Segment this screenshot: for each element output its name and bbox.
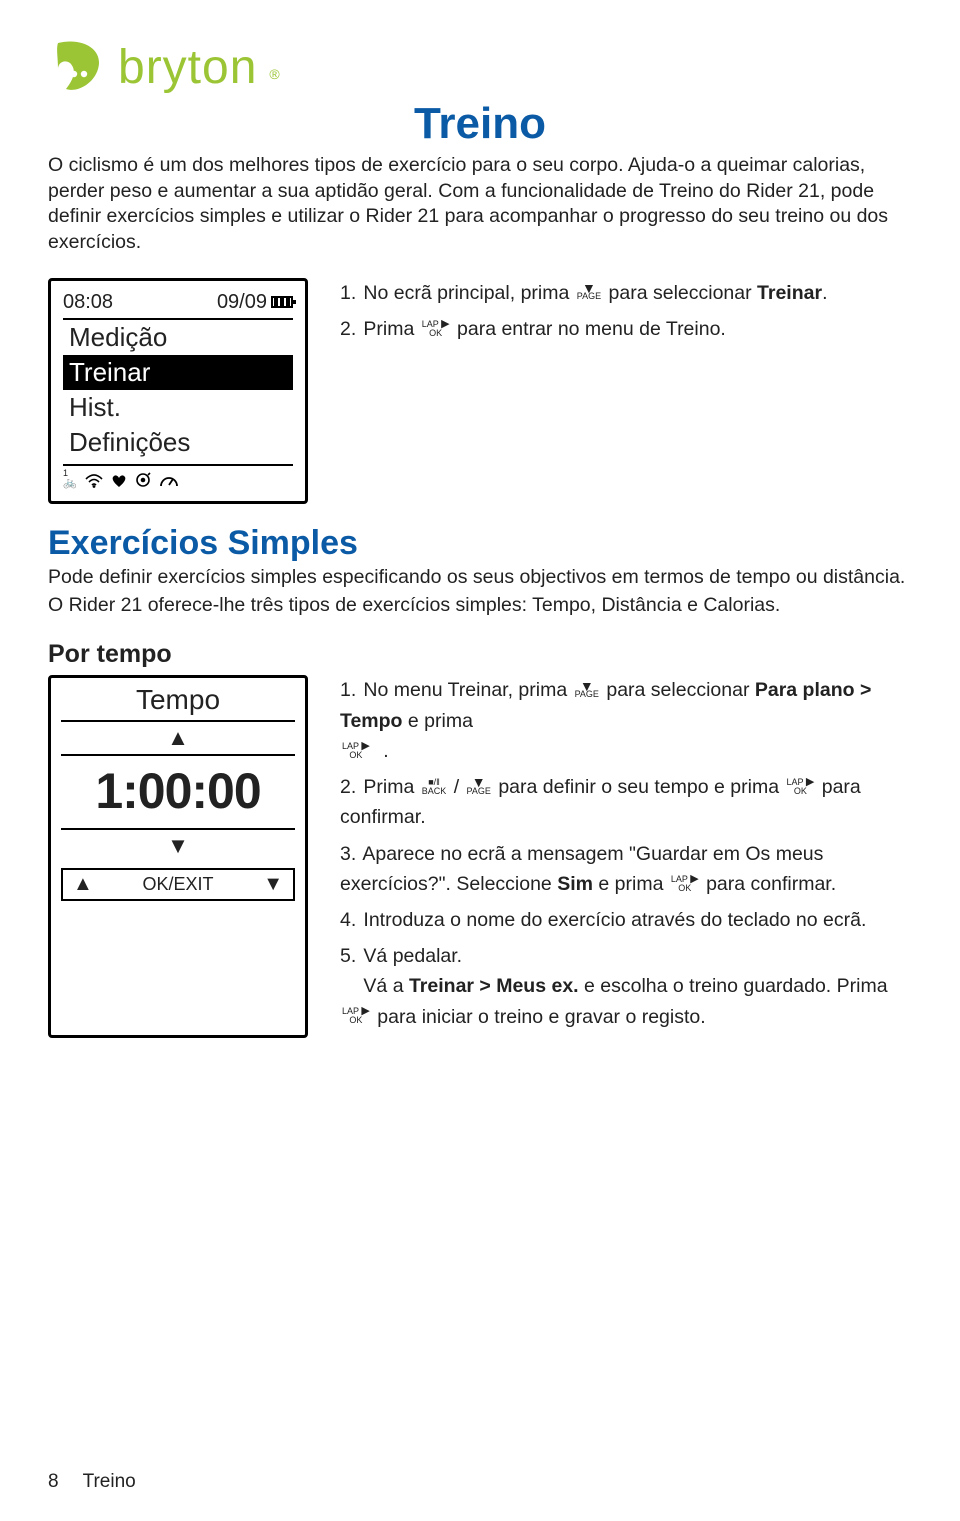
battery-icon — [271, 296, 293, 308]
device2-title: Tempo — [61, 684, 295, 720]
page-footer: 8 Treino — [48, 1471, 136, 1493]
lap-ok-button-icon: LAP ▶OK — [340, 742, 372, 760]
lap-ok-button-icon: LAP ▶OK — [420, 320, 452, 338]
step-item: 3. Aparece no ecrã a mensagem "Guardar e… — [340, 839, 912, 899]
page-number: 8 — [48, 1471, 59, 1493]
back-button-icon: ■/ǁBACK — [420, 778, 449, 796]
device-sensor-icons: 1🚲 — [63, 472, 293, 493]
bike-icon: 1🚲 — [63, 476, 77, 489]
down-arrow-icon: ▼ — [61, 830, 295, 862]
step-item: 2. Prima ■/ǁBACK / ▼PAGE para definir o … — [340, 772, 912, 832]
section-title-simple-exercises: Exercícios Simples — [48, 524, 912, 563]
brand-logo: bryton ® — [48, 40, 912, 95]
page-button-icon: ▼PAGE — [575, 284, 603, 301]
steps-list-1: 1. No ecrã principal, prima ▼PAGE para s… — [340, 278, 828, 504]
device-menu-item: Definições — [63, 425, 293, 460]
page-button-icon: ▼PAGE — [465, 778, 493, 795]
step-item: 1. No menu Treinar, prima ▼PAGE para sel… — [340, 675, 912, 766]
device-date: 09/09 — [217, 291, 267, 314]
device2-time-value: 1:00:00 — [61, 756, 295, 828]
lap-ok-button-icon: LAP ▶OK — [669, 875, 701, 893]
device-status-bar: 08:08 09/09 — [63, 291, 293, 314]
device-time: 08:08 — [63, 291, 113, 314]
up-arrow-icon: ▲ — [61, 722, 295, 754]
page-title: Treino — [48, 99, 912, 149]
steps-list-2: 1. No menu Treinar, prima ▼PAGE para sel… — [340, 675, 912, 1037]
page-button-icon: ▼PAGE — [573, 682, 601, 699]
brand-name: bryton — [118, 40, 257, 95]
section-paragraph: Pode definir exercícios simples especifi… — [48, 565, 912, 591]
up-arrow-icon: ▲ — [73, 873, 93, 896]
step-item: 1. No ecrã principal, prima ▼PAGE para s… — [340, 278, 828, 308]
device-menu-item: Medição — [63, 320, 293, 355]
cadence-icon — [135, 472, 151, 493]
subsection-title-by-time: Por tempo — [48, 640, 912, 669]
step-item: 4. Introduza o nome do exercício através… — [340, 905, 912, 935]
section-paragraph: O Rider 21 oferece-lhe três tipos de exe… — [48, 593, 912, 619]
device2-footer: ▲ OK/EXIT ▼ — [61, 868, 295, 901]
footer-section-name: Treino — [83, 1471, 136, 1493]
step-item: 2. Prima LAP ▶OK para entrar no menu de … — [340, 314, 828, 344]
lap-ok-button-icon: LAP ▶OK — [784, 778, 816, 796]
registered-icon: ® — [269, 66, 279, 82]
wifi-icon — [85, 472, 103, 493]
heart-icon — [111, 472, 127, 493]
device-screen-main-menu: 08:08 09/09 Medição Treinar Hist. Defini… — [48, 278, 308, 504]
logo-mark-icon — [48, 41, 108, 95]
ok-exit-label: OK/EXIT — [142, 874, 213, 895]
speed-icon — [159, 472, 179, 493]
down-arrow-icon: ▼ — [263, 873, 283, 896]
intro-paragraph: O ciclismo é um dos melhores tipos de ex… — [48, 153, 912, 256]
lap-ok-button-icon: LAP ▶OK — [340, 1007, 372, 1025]
device-menu-item-selected: Treinar — [63, 355, 293, 390]
device-menu-item: Hist. — [63, 390, 293, 425]
step-item: 5. Vá pedalar. Vá a Treinar > Meus ex. e… — [340, 941, 912, 1032]
device-menu: Medição Treinar Hist. Definições — [63, 318, 293, 460]
device-screen-time-setting: Tempo ▲ 1:00:00 ▼ ▲ OK/EXIT ▼ — [48, 675, 308, 1037]
